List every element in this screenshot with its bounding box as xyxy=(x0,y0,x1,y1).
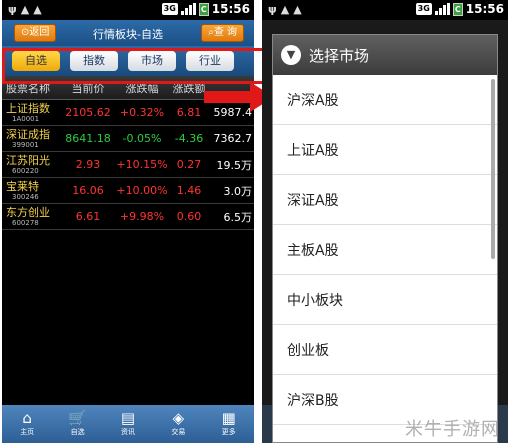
nav-label: 自选 xyxy=(70,428,85,436)
market-option[interactable]: 上证A股 xyxy=(273,125,497,175)
stock-price: 8641.18 xyxy=(65,132,111,145)
chevron-down-icon: ▼ xyxy=(281,45,301,65)
warning-icon: ▲ xyxy=(20,3,30,16)
warning-icon: ▲ xyxy=(280,3,290,16)
stock-volume: 6.5万 xyxy=(223,210,253,224)
stock-table: 上证指数 1A0001 2105.62 +0.32% 6.81 5987.4 深证… xyxy=(2,100,254,230)
stock-name: 宝莱特 xyxy=(6,179,39,193)
market-list: 沪深A股 上证A股 深证A股 主板A股 中小板块 创业板 沪深B股 xyxy=(273,75,497,425)
table-row[interactable]: 深证成指 399001 8641.18 -0.05% -4.36 7362.7 xyxy=(2,126,254,152)
usb-icon: ψ xyxy=(268,3,277,16)
usb-icon: ψ xyxy=(8,3,17,16)
right-screen: ψ ▲ ▲ 3G C 15:56 ▼ 选择市场 沪深A股 上证A股 深证A股 主… xyxy=(262,0,508,443)
market-option[interactable]: 主板A股 xyxy=(273,225,497,275)
nav-home[interactable]: ⌂ 主页 xyxy=(7,409,47,443)
stock-change: 0.27 xyxy=(176,158,202,171)
battery-icon: C xyxy=(198,2,209,16)
nav-news[interactable]: ▤ 资讯 xyxy=(108,409,148,443)
stock-volume: 7362.7 xyxy=(213,132,253,145)
stock-pct: -0.05% xyxy=(122,132,162,145)
table-row[interactable]: 宝莱特 300246 16.06 +10.00% 1.46 3.0万 xyxy=(2,178,254,204)
stock-name: 深证成指 xyxy=(6,127,50,141)
scrollbar[interactable] xyxy=(491,79,495,259)
nav-more[interactable]: ▦ 更多 xyxy=(209,409,249,443)
market-option[interactable]: 深证A股 xyxy=(273,175,497,225)
stock-volume: 3.0万 xyxy=(223,184,253,198)
stock-pct: +10.00% xyxy=(116,184,168,197)
nav-label: 更多 xyxy=(221,428,236,436)
shield-icon: ◈ xyxy=(172,409,185,427)
market-select-dialog: ▼ 选择市场 沪深A股 上证A股 深证A股 主板A股 中小板块 创业板 沪深B股 xyxy=(272,34,498,443)
stock-change: -4.36 xyxy=(174,132,204,145)
nav-label: 交易 xyxy=(171,428,186,436)
status-bar: ψ ▲ ▲ 3G C 15:56 xyxy=(2,0,254,20)
query-button[interactable]: ⌕查 询 xyxy=(201,24,244,42)
warning-icon: ▲ xyxy=(33,3,42,16)
watermark: 米牛手游网 xyxy=(405,419,500,440)
stock-code: 399001 xyxy=(12,140,39,149)
nav-label: 资讯 xyxy=(120,428,135,436)
stock-pct: +9.98% xyxy=(119,210,165,223)
signal-icon xyxy=(180,3,196,15)
signal-icon xyxy=(434,3,450,15)
stock-change: 0.60 xyxy=(176,210,202,223)
market-option[interactable]: 沪深A股 xyxy=(273,75,497,125)
stock-price: 2105.62 xyxy=(65,106,111,119)
stock-name: 上证指数 xyxy=(6,101,50,115)
table-row[interactable]: 东方创业 600278 6.61 +9.98% 0.60 6.5万 xyxy=(2,204,254,230)
stock-code: 600278 xyxy=(12,218,39,227)
stock-pct: +10.15% xyxy=(116,158,168,171)
stock-code: 1A0001 xyxy=(12,114,40,123)
clock: 15:56 xyxy=(211,2,250,16)
network-badge: 3G xyxy=(415,3,432,15)
bottom-nav: ⌂ 主页 🛒 自选 ▤ 资讯 ◈ 交易 ▦ 更多 xyxy=(2,405,254,443)
nav-label: 主页 xyxy=(20,428,35,436)
clock: 15:56 xyxy=(465,2,504,16)
stock-change: 1.46 xyxy=(176,184,202,197)
cart-icon: 🛒 xyxy=(68,409,87,427)
warning-icon: ▲ xyxy=(293,3,302,16)
stock-pct: +0.32% xyxy=(119,106,165,119)
notification-icons: ψ ▲ ▲ xyxy=(268,3,302,16)
stock-name: 江苏阳光 xyxy=(6,153,50,167)
table-row[interactable]: 江苏阳光 600220 2.93 +10.15% 0.27 19.5万 xyxy=(2,152,254,178)
highlight-frame xyxy=(2,48,272,84)
dialog-title: 选择市场 xyxy=(309,46,370,65)
query-label: 查 询 xyxy=(213,27,237,38)
battery-icon: C xyxy=(452,2,463,16)
title-bar: ⊙返回 行情板块-自选 ⌕查 询 xyxy=(2,20,254,46)
nav-favorites[interactable]: 🛒 自选 xyxy=(58,409,98,443)
grid-icon: ▦ xyxy=(221,409,236,427)
stock-price: 16.06 xyxy=(72,184,104,197)
network-badge: 3G xyxy=(161,3,178,15)
nav-trade[interactable]: ◈ 交易 xyxy=(158,409,198,443)
stock-volume: 19.5万 xyxy=(216,158,253,172)
market-option[interactable]: 中小板块 xyxy=(273,275,497,325)
stock-name: 东方创业 xyxy=(6,205,50,219)
market-option[interactable]: 创业板 xyxy=(273,325,497,375)
stock-code: 300246 xyxy=(12,192,39,201)
dialog-header: ▼ 选择市场 xyxy=(273,35,497,75)
news-icon: ▤ xyxy=(120,409,136,427)
stock-code: 600220 xyxy=(12,166,39,175)
home-icon: ⌂ xyxy=(22,409,32,427)
notification-icons: ψ ▲ ▲ xyxy=(8,3,42,16)
stock-price: 6.61 xyxy=(75,210,101,223)
stock-price: 2.93 xyxy=(75,158,101,171)
status-bar: ψ ▲ ▲ 3G C 15:56 xyxy=(262,0,508,20)
